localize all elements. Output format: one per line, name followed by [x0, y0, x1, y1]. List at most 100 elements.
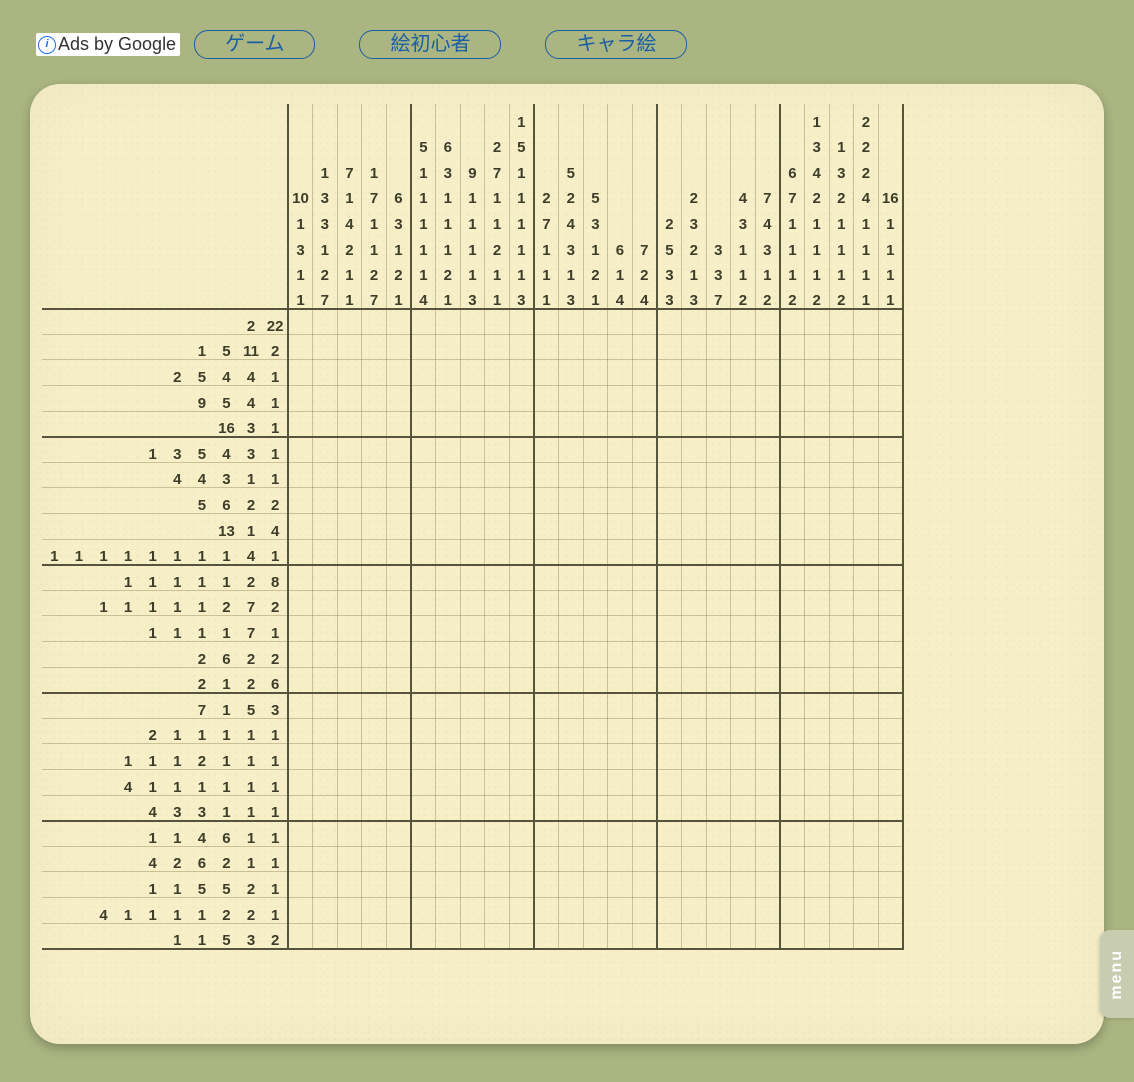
grid-cell[interactable]	[509, 872, 534, 898]
grid-cell[interactable]	[731, 616, 756, 642]
grid-cell[interactable]	[534, 411, 559, 437]
grid-cell[interactable]	[386, 846, 411, 872]
grid-cell[interactable]	[288, 795, 313, 821]
grid-cell[interactable]	[608, 923, 633, 949]
grid-cell[interactable]	[362, 897, 387, 923]
grid-cell[interactable]	[829, 360, 854, 386]
grid-cell[interactable]	[657, 667, 682, 693]
grid-cell[interactable]	[534, 360, 559, 386]
grid-cell[interactable]	[731, 411, 756, 437]
grid-cell[interactable]	[780, 769, 805, 795]
grid-cell[interactable]	[854, 309, 879, 335]
menu-tab[interactable]: menu	[1100, 930, 1134, 1018]
grid-cell[interactable]	[436, 514, 461, 540]
grid-cell[interactable]	[534, 565, 559, 591]
grid-cell[interactable]	[755, 769, 780, 795]
grid-cell[interactable]	[485, 795, 510, 821]
grid-cell[interactable]	[509, 795, 534, 821]
grid-cell[interactable]	[534, 462, 559, 488]
grid-cell[interactable]	[731, 846, 756, 872]
grid-cell[interactable]	[460, 872, 485, 898]
grid-cell[interactable]	[608, 795, 633, 821]
grid-cell[interactable]	[829, 923, 854, 949]
grid-cell[interactable]	[706, 616, 731, 642]
grid-cell[interactable]	[731, 693, 756, 719]
grid-cell[interactable]	[436, 565, 461, 591]
grid-cell[interactable]	[583, 462, 608, 488]
grid-cell[interactable]	[583, 795, 608, 821]
grid-cell[interactable]	[509, 360, 534, 386]
grid-cell[interactable]	[485, 360, 510, 386]
grid-cell[interactable]	[362, 334, 387, 360]
grid-cell[interactable]	[313, 897, 338, 923]
grid-cell[interactable]	[386, 539, 411, 565]
grid-cell[interactable]	[362, 872, 387, 898]
grid-cell[interactable]	[780, 565, 805, 591]
grid-cell[interactable]	[608, 411, 633, 437]
grid-cell[interactable]	[632, 693, 657, 719]
grid-cell[interactable]	[386, 897, 411, 923]
grid-cell[interactable]	[534, 846, 559, 872]
grid-cell[interactable]	[755, 616, 780, 642]
grid-cell[interactable]	[804, 718, 829, 744]
grid-cell[interactable]	[534, 667, 559, 693]
grid-cell[interactable]	[509, 693, 534, 719]
grid-cell[interactable]	[534, 616, 559, 642]
grid-cell[interactable]	[706, 744, 731, 770]
grid-cell[interactable]	[804, 923, 829, 949]
grid-cell[interactable]	[386, 437, 411, 463]
grid-cell[interactable]	[558, 309, 583, 335]
grid-cell[interactable]	[583, 641, 608, 667]
grid-cell[interactable]	[509, 539, 534, 565]
grid-cell[interactable]	[755, 411, 780, 437]
grid-cell[interactable]	[608, 565, 633, 591]
grid-cell[interactable]	[337, 437, 362, 463]
grid-cell[interactable]	[288, 386, 313, 412]
grid-cell[interactable]	[706, 437, 731, 463]
grid-cell[interactable]	[804, 437, 829, 463]
grid-cell[interactable]	[878, 795, 903, 821]
grid-cell[interactable]	[731, 667, 756, 693]
grid-cell[interactable]	[509, 590, 534, 616]
grid-cell[interactable]	[460, 693, 485, 719]
grid-cell[interactable]	[485, 590, 510, 616]
grid-cell[interactable]	[854, 539, 879, 565]
grid-cell[interactable]	[534, 872, 559, 898]
grid-cell[interactable]	[804, 821, 829, 847]
grid-cell[interactable]	[485, 309, 510, 335]
grid-cell[interactable]	[386, 488, 411, 514]
grid-cell[interactable]	[386, 872, 411, 898]
grid-cell[interactable]	[706, 846, 731, 872]
grid-cell[interactable]	[411, 718, 436, 744]
grid-cell[interactable]	[681, 923, 706, 949]
grid-cell[interactable]	[731, 769, 756, 795]
grid-cell[interactable]	[829, 769, 854, 795]
grid-cell[interactable]	[755, 897, 780, 923]
grid-cell[interactable]	[755, 565, 780, 591]
grid-cell[interactable]	[632, 539, 657, 565]
grid-cell[interactable]	[386, 386, 411, 412]
grid-cell[interactable]	[558, 590, 583, 616]
grid-cell[interactable]	[608, 872, 633, 898]
grid-cell[interactable]	[706, 360, 731, 386]
grid-cell[interactable]	[854, 360, 879, 386]
grid-cell[interactable]	[411, 565, 436, 591]
grid-cell[interactable]	[411, 539, 436, 565]
grid-cell[interactable]	[583, 539, 608, 565]
grid-cell[interactable]	[632, 462, 657, 488]
grid-cell[interactable]	[731, 923, 756, 949]
grid-cell[interactable]	[854, 411, 879, 437]
grid-cell[interactable]	[288, 539, 313, 565]
grid-cell[interactable]	[755, 309, 780, 335]
grid-cell[interactable]	[411, 667, 436, 693]
grid-cell[interactable]	[534, 334, 559, 360]
grid-cell[interactable]	[460, 923, 485, 949]
grid-cell[interactable]	[706, 386, 731, 412]
grid-cell[interactable]	[755, 718, 780, 744]
grid-cell[interactable]	[878, 488, 903, 514]
grid-cell[interactable]	[313, 744, 338, 770]
grid-cell[interactable]	[755, 334, 780, 360]
grid-cell[interactable]	[583, 514, 608, 540]
grid-cell[interactable]	[804, 795, 829, 821]
grid-cell[interactable]	[288, 616, 313, 642]
